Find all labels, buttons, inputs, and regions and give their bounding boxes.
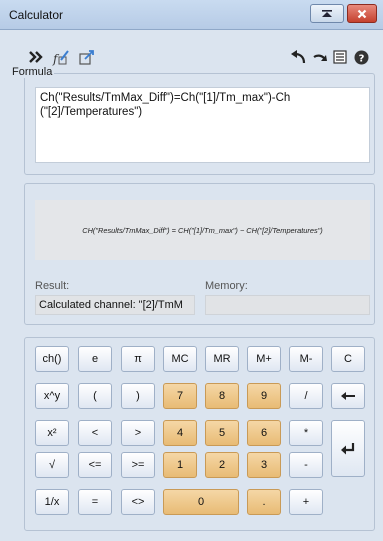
square-key[interactable]: x² <box>35 420 69 446</box>
clear-key[interactable]: C <box>331 346 365 372</box>
backspace-key[interactable] <box>331 383 365 409</box>
digit-4-key[interactable]: 4 <box>163 420 197 446</box>
help-icon[interactable]: ? <box>352 48 370 66</box>
square-root-key[interactable]: √ <box>35 452 69 478</box>
reciprocal-key[interactable]: 1/x <box>35 489 69 515</box>
close-icon <box>357 9 367 18</box>
left-paren-key[interactable]: ( <box>78 383 112 409</box>
less-than-key[interactable]: < <box>78 420 112 446</box>
memory-clear-key[interactable]: MC <box>163 346 197 372</box>
digit-9-key[interactable]: 9 <box>247 383 281 409</box>
memory-label: Memory: <box>205 280 248 292</box>
digit-8-key[interactable]: 8 <box>205 383 239 409</box>
enter-return-icon <box>341 442 355 454</box>
digit-7-key[interactable]: 7 <box>163 383 197 409</box>
function-edit-icon[interactable]: f <box>52 48 70 66</box>
redo-icon[interactable] <box>311 48 329 66</box>
toolbar: f ? <box>0 48 383 68</box>
backspace-arrow-icon <box>341 392 355 400</box>
subtract-key[interactable]: - <box>289 452 323 478</box>
result-field: Calculated channel: "[2]/TmM <box>35 295 195 315</box>
formula-preview-text: CH("Results/TmMax_Diff") = CH("[1]/Tm_ma… <box>82 225 323 235</box>
ch-function-key[interactable]: ch() <box>35 346 69 372</box>
e-constant-key[interactable]: e <box>78 346 112 372</box>
minimize-button[interactable] <box>310 4 344 23</box>
title-bar: Calculator <box>0 0 383 30</box>
divide-key[interactable]: / <box>289 383 323 409</box>
digit-5-key[interactable]: 5 <box>205 420 239 446</box>
digit-2-key[interactable]: 2 <box>205 452 239 478</box>
digit-6-key[interactable]: 6 <box>247 420 281 446</box>
greater-than-key[interactable]: > <box>121 420 155 446</box>
close-button[interactable] <box>347 4 377 23</box>
formula-input[interactable]: Ch("Results/TmMax_Diff")=Ch("[1]/Tm_max"… <box>35 87 370 163</box>
formula-legend: Formula <box>10 66 55 78</box>
formula-preview: CH("Results/TmMax_Diff") = CH("[1]/Tm_ma… <box>35 200 370 260</box>
result-label: Result: <box>35 280 70 292</box>
decimal-point-key[interactable]: . <box>247 489 281 515</box>
export-icon[interactable] <box>78 48 96 66</box>
equals-key[interactable]: = <box>78 489 112 515</box>
right-paren-key[interactable]: ) <box>121 383 155 409</box>
power-key[interactable]: x^y <box>35 383 69 409</box>
pi-constant-key[interactable]: π <box>121 346 155 372</box>
list-icon[interactable] <box>331 48 349 66</box>
svg-text:?: ? <box>358 53 364 64</box>
not-equal-key[interactable]: <> <box>121 489 155 515</box>
memory-field <box>205 295 370 315</box>
digit-1-key[interactable]: 1 <box>163 452 197 478</box>
memory-subtract-key[interactable]: M- <box>289 346 323 372</box>
memory-recall-key[interactable]: MR <box>205 346 239 372</box>
digit-0-key[interactable]: 0 <box>163 489 239 515</box>
multiply-key[interactable]: * <box>289 420 323 446</box>
add-key[interactable]: + <box>289 489 323 515</box>
double-chevron-right-icon[interactable] <box>27 48 45 66</box>
enter-key[interactable] <box>331 420 365 477</box>
greater-equal-key[interactable]: >= <box>121 452 155 478</box>
window-title: Calculator <box>9 8 64 22</box>
memory-add-key[interactable]: M+ <box>247 346 281 372</box>
chevron-up-icon <box>322 9 332 17</box>
undo-icon[interactable] <box>290 48 308 66</box>
less-equal-key[interactable]: <= <box>78 452 112 478</box>
digit-3-key[interactable]: 3 <box>247 452 281 478</box>
